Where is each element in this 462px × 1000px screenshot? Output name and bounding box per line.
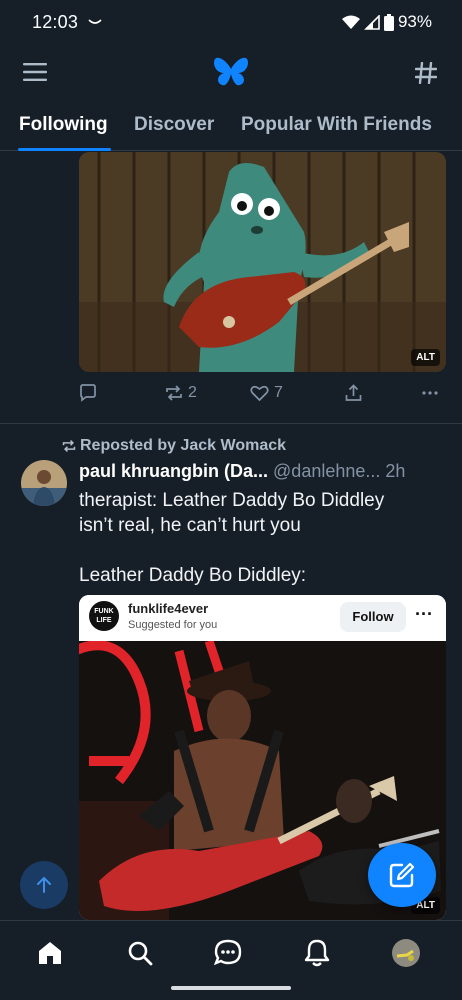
post-text: therapist: Leather Daddy Bo Diddley isn’… <box>79 490 385 586</box>
nav-profile[interactable] <box>386 933 426 973</box>
embed-header: FUNK LIFE funklife4ever Suggested for you… <box>79 595 446 641</box>
status-indicators: 93% <box>341 12 432 32</box>
hash-icon[interactable] <box>415 62 437 84</box>
repost-attribution[interactable]: Reposted by Jack Womack <box>62 437 286 455</box>
nav-chat[interactable] <box>208 933 248 973</box>
compose-button[interactable] <box>368 843 436 907</box>
author-name[interactable]: paul khruangbin (Da... <box>79 461 268 481</box>
reply-button[interactable] <box>79 384 97 402</box>
profile-avatar-icon <box>392 939 420 967</box>
like-count: 7 <box>274 384 283 401</box>
more-options-button[interactable] <box>421 384 439 402</box>
tab-popular-with-friends[interactable]: Popular With Friends <box>241 114 432 136</box>
post-divider <box>0 423 462 424</box>
embed-follow-button[interactable]: Follow <box>340 602 406 632</box>
scroll-to-top-button[interactable] <box>20 861 68 909</box>
home-indicator <box>171 986 291 990</box>
status-bar: 12:03 93% <box>0 0 462 46</box>
tab-discover[interactable]: Discover <box>134 114 214 136</box>
search-icon <box>128 941 153 966</box>
funklife-logo: FUNK LIFE <box>89 601 119 631</box>
active-tab-indicator <box>18 148 111 151</box>
swoosh-icon <box>88 19 102 24</box>
app-header: Following Discover Popular With Friends <box>0 46 462 151</box>
repost-count: 2 <box>188 384 197 401</box>
pencil-square-icon <box>389 862 415 888</box>
nav-notifications[interactable] <box>297 933 337 973</box>
repost-button[interactable]: 2 <box>165 384 197 402</box>
ellipsis-icon <box>422 391 438 395</box>
embed-more-icon[interactable]: ··· <box>415 604 433 625</box>
chat-bubble-icon <box>214 939 242 966</box>
tab-following[interactable]: Following <box>19 114 108 136</box>
post-time: 2h <box>385 461 406 481</box>
author-handle[interactable]: @danlehne... <box>273 461 380 481</box>
avatar[interactable] <box>21 460 67 506</box>
embed-account-name: funklife4ever <box>128 601 209 616</box>
repost-label: Reposted by Jack Womack <box>80 437 287 454</box>
avatar-image <box>21 460 67 506</box>
post-header: paul khruangbin (Da... @danlehne... 2h <box>79 461 449 482</box>
share-button[interactable] <box>345 384 362 402</box>
wifi-icon <box>341 15 360 29</box>
hamburger-icon[interactable] <box>23 63 47 81</box>
nav-search[interactable] <box>120 933 160 973</box>
heart-icon <box>250 385 269 401</box>
signal-icon <box>364 14 380 30</box>
embed-suggested-label: Suggested for you <box>128 619 218 631</box>
post-actions: 2 7 <box>79 384 449 412</box>
like-button[interactable]: 7 <box>250 384 283 402</box>
home-icon <box>39 942 61 964</box>
nav-home[interactable] <box>30 933 70 973</box>
battery-icon <box>383 13 394 31</box>
repost-icon <box>166 385 182 401</box>
battery-percent: 93% <box>397 12 432 31</box>
bell-icon <box>304 939 330 967</box>
status-time: 12:03 <box>32 12 79 32</box>
share-icon <box>345 384 362 401</box>
alt-badge[interactable]: ALT <box>411 349 440 366</box>
gumby-guitar-image <box>79 152 446 372</box>
arrow-up-icon <box>37 876 51 893</box>
reply-icon <box>80 384 96 402</box>
butterfly-icon[interactable] <box>213 56 249 88</box>
post-image[interactable]: ALT <box>79 152 446 372</box>
repost-icon <box>62 440 76 452</box>
feed-tabs: Following Discover Popular With Friends <box>0 114 462 151</box>
